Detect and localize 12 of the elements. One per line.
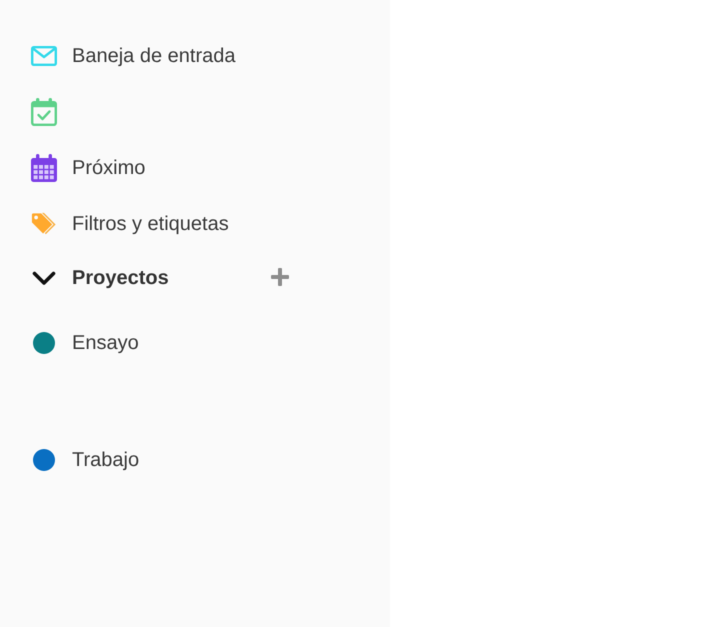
chevron-down-icon[interactable] <box>32 270 56 286</box>
calendar-icon <box>31 154 57 182</box>
project-item[interactable]: Ensayo <box>31 320 139 366</box>
section-title: Proyectos <box>72 266 170 290</box>
calendar-check-icon <box>31 98 57 126</box>
envelope-icon <box>31 46 57 66</box>
nav-item[interactable]: Próximo <box>31 140 146 196</box>
nav-item[interactable]: Filtros y etiquetas <box>31 196 229 252</box>
project-item[interactable]: Trabajo <box>31 437 140 483</box>
nav-item[interactable]: Baneja de entrada <box>31 28 236 84</box>
tags-icon <box>31 212 57 236</box>
plus-icon[interactable] <box>271 268 289 286</box>
